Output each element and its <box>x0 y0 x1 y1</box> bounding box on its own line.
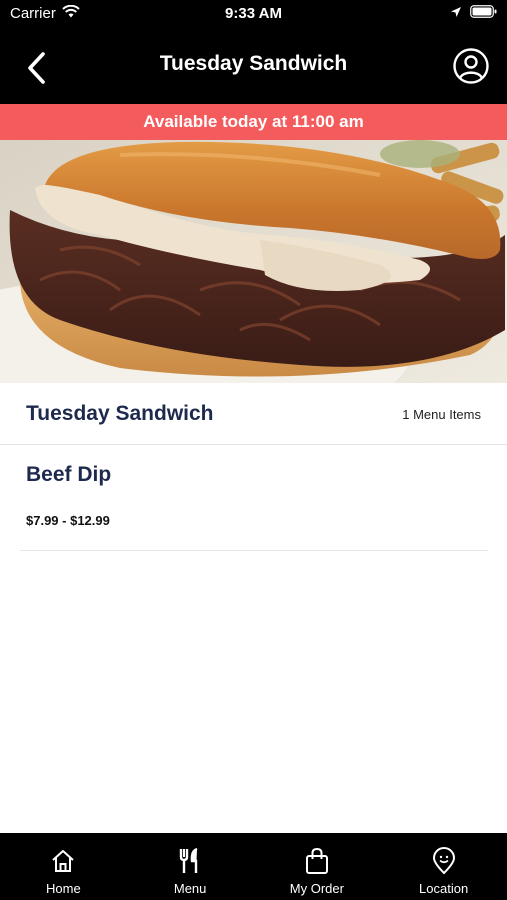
hero-image <box>0 140 507 383</box>
tab-menu[interactable]: Menu <box>127 833 254 900</box>
fork-knife-icon <box>177 847 203 875</box>
tab-label-menu: Menu <box>173 881 207 896</box>
location-arrow-icon <box>450 5 462 22</box>
shopping-bag-icon <box>304 847 330 875</box>
availability-banner: Available today at 11:00 am <box>0 104 507 140</box>
location-pin-icon <box>432 847 456 875</box>
status-bar: Carrier 9:33 AM <box>0 0 507 28</box>
profile-button[interactable] <box>451 46 491 86</box>
user-circle-icon <box>453 48 489 84</box>
tab-label-location: Location <box>419 881 469 896</box>
section-title: Tuesday Sandwich <box>26 402 214 425</box>
tab-my-order[interactable]: My Order <box>254 833 381 900</box>
menu-item-price: $7.99 - $12.99 <box>26 513 110 528</box>
home-icon <box>50 847 76 875</box>
tab-label-my-order: My Order <box>289 881 344 896</box>
menu-items-count: 1 Menu Items <box>402 407 481 422</box>
tab-bar: Home Menu My Order Location <box>0 833 507 900</box>
menu-item[interactable]: Beef Dip $7.99 - $12.99 <box>20 446 488 551</box>
status-time: 9:33 AM <box>225 5 282 22</box>
battery-icon <box>470 5 497 22</box>
status-right <box>450 5 497 22</box>
tab-location[interactable]: Location <box>380 833 507 900</box>
tab-label-home: Home <box>46 881 81 896</box>
page-title: Tuesday Sandwich <box>159 52 348 75</box>
navigation-header: Tuesday Sandwich <box>0 28 507 104</box>
section-header: Tuesday Sandwich 1 Menu Items <box>0 383 507 445</box>
tab-home[interactable]: Home <box>0 833 127 900</box>
menu-item-name: Beef Dip <box>26 463 112 486</box>
